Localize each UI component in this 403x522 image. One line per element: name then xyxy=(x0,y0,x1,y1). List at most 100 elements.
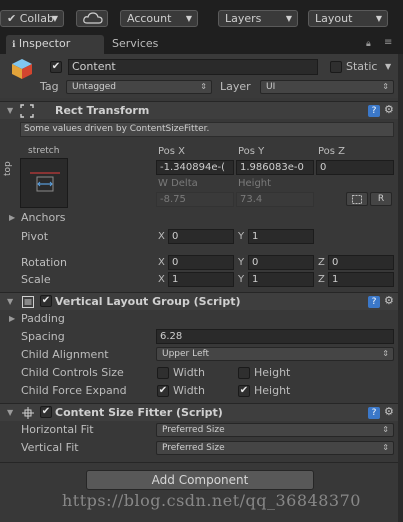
vertical-fit-value: Preferred Size xyxy=(162,443,225,453)
layer-dropdown[interactable]: UI ⇕ xyxy=(260,80,394,94)
menu-icon[interactable]: ≡ xyxy=(384,37,392,48)
spacing-input[interactable]: 6.28 xyxy=(156,329,394,344)
dropdown-arrow-icon: ⇕ xyxy=(382,425,389,434)
account-button[interactable]: Account ▼ xyxy=(120,10,198,27)
horizontal-fit-dropdown[interactable]: Preferred Size ⇕ xyxy=(156,423,394,437)
rotation-z-input[interactable]: 0 xyxy=(328,255,394,270)
static-dropdown-arrow-icon[interactable]: ▼ xyxy=(385,62,391,71)
tag-label: Tag xyxy=(40,80,59,93)
pos-z-input[interactable]: 0 xyxy=(316,160,394,175)
tab-inspector-label: Inspector xyxy=(18,37,71,50)
horizontal-fit-label: Horizontal Fit xyxy=(21,423,94,436)
account-label: Account xyxy=(127,12,172,25)
rotation-x-input[interactable]: 0 xyxy=(168,255,234,270)
pos-y-input[interactable]: 1.986083e-0 xyxy=(236,160,314,175)
dropdown-arrow-icon: ⇕ xyxy=(382,82,389,91)
gear-icon[interactable]: ⚙ xyxy=(384,103,394,116)
vertical-fit-label: Vertical Fit xyxy=(21,441,79,454)
cloud-icon xyxy=(83,12,103,24)
vertical-fit-dropdown[interactable]: Preferred Size ⇕ xyxy=(156,441,394,455)
top-toolbar: ✔ Collab ▼ Account ▼ Layers ▼ Layout ▼ xyxy=(0,0,403,34)
child-force-width-checkbox[interactable]: ✔ xyxy=(157,385,169,397)
scrollbar[interactable] xyxy=(398,54,403,522)
content-size-fitter-enabled-checkbox[interactable]: ✔ xyxy=(40,406,52,418)
child-alignment-dropdown[interactable]: Upper Left ⇕ xyxy=(156,347,394,361)
anchor-preset-side-label: top xyxy=(3,161,13,176)
rotation-y-input[interactable]: 0 xyxy=(248,255,314,270)
height-label: Height xyxy=(238,178,272,189)
dropdown-arrow-icon: ▼ xyxy=(185,14,192,23)
pos-x-label: Pos X xyxy=(158,146,186,157)
pivot-y-input[interactable]: 1 xyxy=(248,229,314,244)
child-controls-height-checkbox[interactable] xyxy=(238,367,250,379)
raw-edit-button[interactable]: R xyxy=(370,192,392,206)
active-checkbox[interactable]: ✔ xyxy=(50,61,62,73)
help-icon[interactable]: ? xyxy=(368,407,380,419)
content-size-fitter-icon xyxy=(22,407,34,419)
scale-z-input[interactable]: 1 xyxy=(328,272,394,287)
layout-label: Layout xyxy=(315,12,353,25)
spacing-label: Spacing xyxy=(21,330,65,343)
scale-y-input[interactable]: 1 xyxy=(248,272,314,287)
pivot-y-axis-label: Y xyxy=(238,231,245,242)
w-delta-label: W Delta xyxy=(158,178,198,189)
help-icon[interactable]: ? xyxy=(368,105,380,117)
scale-x-input[interactable]: 1 xyxy=(168,272,234,287)
anchors-label[interactable]: Anchors xyxy=(21,211,66,224)
dropdown-arrow-icon: ▼ xyxy=(51,14,58,23)
vertical-layout-icon xyxy=(22,296,34,308)
pivot-x-input[interactable]: 0 xyxy=(168,229,234,244)
vertical-layout-group-header[interactable]: ▼ ✔ Vertical Layout Group (Script) ? ⚙ xyxy=(0,292,403,310)
layout-button[interactable]: Layout ▼ xyxy=(308,10,388,27)
child-force-height-checkbox[interactable]: ✔ xyxy=(238,385,250,397)
collapse-triangle-icon[interactable]: ▼ xyxy=(7,106,13,115)
rotation-label: Rotation xyxy=(21,256,68,269)
tag-dropdown[interactable]: Untagged ⇕ xyxy=(66,80,212,94)
help-icon[interactable]: ? xyxy=(368,296,380,308)
tab-inspector[interactable]: ℹ Inspector xyxy=(6,35,104,54)
divider xyxy=(0,462,403,463)
blueprint-mode-button[interactable] xyxy=(346,192,368,206)
pos-x-input[interactable]: -1.340894e-( xyxy=(156,160,234,175)
blueprint-icon xyxy=(352,195,362,204)
padding-label[interactable]: Padding xyxy=(21,312,65,325)
gameobject-cube-icon xyxy=(12,59,32,79)
dropdown-arrow-icon: ▼ xyxy=(285,14,292,23)
component-title: Rect Transform xyxy=(55,104,150,117)
child-controls-width-checkbox[interactable] xyxy=(157,367,169,379)
gear-icon[interactable]: ⚙ xyxy=(384,405,394,418)
static-checkbox[interactable] xyxy=(330,61,342,73)
child-force-width-label: Width xyxy=(173,384,205,397)
w-delta-input[interactable]: -8.75 xyxy=(156,192,234,207)
vertical-layout-enabled-checkbox[interactable]: ✔ xyxy=(40,295,52,307)
rect-transform-header[interactable]: ▼ Rect Transform ? ⚙ xyxy=(0,101,403,119)
tab-services[interactable]: Services xyxy=(106,35,176,54)
layers-button[interactable]: Layers ▼ xyxy=(218,10,298,27)
component-title: Content Size Fitter (Script) xyxy=(55,406,223,419)
rotation-x-axis-label: X xyxy=(158,257,165,268)
collapse-triangle-icon[interactable]: ▼ xyxy=(7,297,13,306)
child-controls-size-label: Child Controls Size xyxy=(21,366,124,379)
gear-icon[interactable]: ⚙ xyxy=(384,294,394,307)
child-alignment-value: Upper Left xyxy=(162,349,210,359)
height-input[interactable]: 73.4 xyxy=(236,192,314,207)
dropdown-arrow-icon: ▼ xyxy=(375,14,382,23)
scale-z-axis-label: Z xyxy=(318,274,325,285)
scale-label: Scale xyxy=(21,273,51,286)
anchor-preset-top-label: stretch xyxy=(28,146,60,156)
object-name-input[interactable]: Content xyxy=(68,59,318,75)
anchor-presets-button[interactable] xyxy=(20,158,68,208)
scale-y-axis-label: Y xyxy=(238,274,245,285)
driven-notice: Some values driven by ContentSizeFitter. xyxy=(20,122,394,137)
padding-expand-triangle-icon[interactable]: ▶ xyxy=(9,314,15,323)
lock-icon[interactable]: 🔒︎ xyxy=(366,39,371,49)
collab-button[interactable]: ✔ Collab ▼ xyxy=(0,10,64,27)
collapse-triangle-icon[interactable]: ▼ xyxy=(7,408,13,417)
cloud-button[interactable] xyxy=(76,10,108,27)
scale-x-axis-label: X xyxy=(158,274,165,285)
content-size-fitter-header[interactable]: ▼ ✔ Content Size Fitter (Script) ? ⚙ xyxy=(0,403,403,421)
add-component-button[interactable]: Add Component xyxy=(86,470,314,490)
anchors-expand-triangle-icon[interactable]: ▶ xyxy=(9,213,15,222)
child-controls-width-label: Width xyxy=(173,366,205,379)
collab-label: Collab xyxy=(19,12,54,25)
